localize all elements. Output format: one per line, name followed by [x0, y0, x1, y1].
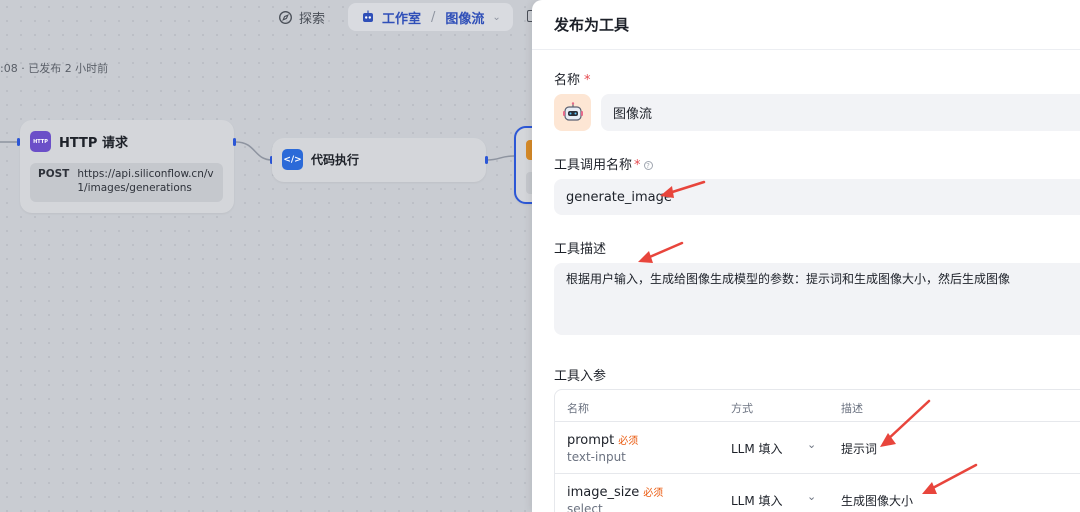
http-request-summary: POST https://api.siliconflow.cn/v1/image…: [30, 163, 223, 202]
param-type: text-input: [567, 450, 626, 464]
tool-call-name-value: generate_image: [566, 189, 672, 205]
table-row: prompt 必须 text-input LLM 填入 ⌄ 提示词: [555, 422, 1080, 474]
required-badge: 必须: [643, 488, 664, 499]
divider: [532, 49, 1080, 50]
tool-call-name-input[interactable]: generate_image: [554, 179, 1080, 215]
required-badge: 必须: [618, 436, 639, 447]
tool-avatar[interactable]: [554, 94, 591, 131]
param-name-text: image_size: [567, 485, 640, 500]
help-icon[interactable]: ?: [643, 161, 653, 170]
workflow-canvas: 探索 工作室 / 图像流 ⌄ :08 · 已发布 2 小时前 HTTP HTTP…: [0, 0, 554, 512]
call-name-label-text: 工具调用名称: [554, 158, 633, 173]
required-mark: *: [634, 158, 641, 173]
publish-tool-panel: 发布为工具 名称 * 图像流 工具调用名称 *? generate_image 工具…: [532, 0, 1080, 512]
name-label-text: 名称: [554, 73, 581, 88]
name-label: 名称 *: [554, 69, 591, 88]
http-method: POST: [38, 168, 70, 180]
params-table: 名称 方式 描述 prompt 必须 text-input LLM 填入 ⌄ 提示…: [554, 389, 1080, 512]
param-desc-input[interactable]: 提示词: [841, 440, 877, 457]
node-output-port[interactable]: [485, 156, 488, 164]
node-output-port[interactable]: [233, 138, 236, 146]
http-icon: HTTP: [30, 131, 51, 152]
param-mode-select[interactable]: LLM 填入: [731, 440, 783, 457]
header-mode: 方式: [731, 402, 753, 415]
http-url: https://api.siliconflow.cn/v1/images/gen…: [77, 168, 214, 194]
header-desc: 描述: [841, 402, 863, 415]
table-row: image_size 必须 select LLM 填入 ⌄ 生成图像大小: [555, 474, 1080, 512]
table-header: 名称 方式 描述: [555, 390, 1080, 422]
node-header: HTTP HTTP 请求: [30, 131, 128, 152]
robot-avatar-icon: [562, 101, 583, 121]
param-mode-select[interactable]: LLM 填入: [731, 492, 783, 509]
tool-name-value: 图像流: [613, 107, 653, 122]
param-name: image_size 必须: [567, 484, 663, 500]
call-name-label: 工具调用名称 *?: [554, 154, 653, 173]
node-title: 代码执行: [311, 153, 360, 167]
panel-title: 发布为工具: [554, 16, 630, 34]
tool-description-textarea[interactable]: 根据用户输入，生成给图像生成模型的参数：提示词和生成图像大小，然后生成图像: [554, 263, 1080, 335]
header-name: 名称: [567, 402, 589, 415]
required-mark: *: [584, 73, 591, 88]
params-label: 工具入参: [554, 369, 607, 384]
http-request-node[interactable]: HTTP HTTP 请求 POST https://api.siliconflo…: [20, 120, 234, 213]
chevron-down-icon[interactable]: ⌄: [807, 490, 816, 503]
tool-name-input[interactable]: 图像流: [601, 94, 1080, 131]
connection-wires: [0, 141, 515, 161]
chevron-down-icon[interactable]: ⌄: [807, 438, 816, 451]
desc-label: 工具描述: [554, 242, 607, 257]
param-name: prompt 必须: [567, 432, 638, 448]
tool-description-value: 根据用户输入，生成给图像生成模型的参数：提示词和生成图像大小，然后生成图像: [566, 272, 1011, 286]
param-name-text: prompt: [567, 433, 615, 448]
param-desc-input[interactable]: 生成图像大小: [841, 492, 913, 509]
code-exec-node[interactable]: </> 代码执行: [272, 138, 486, 182]
code-icon: </>: [282, 149, 303, 170]
node-header: </> 代码执行: [282, 149, 359, 170]
node-title: HTTP 请求: [59, 136, 128, 151]
param-type: select: [567, 502, 603, 512]
